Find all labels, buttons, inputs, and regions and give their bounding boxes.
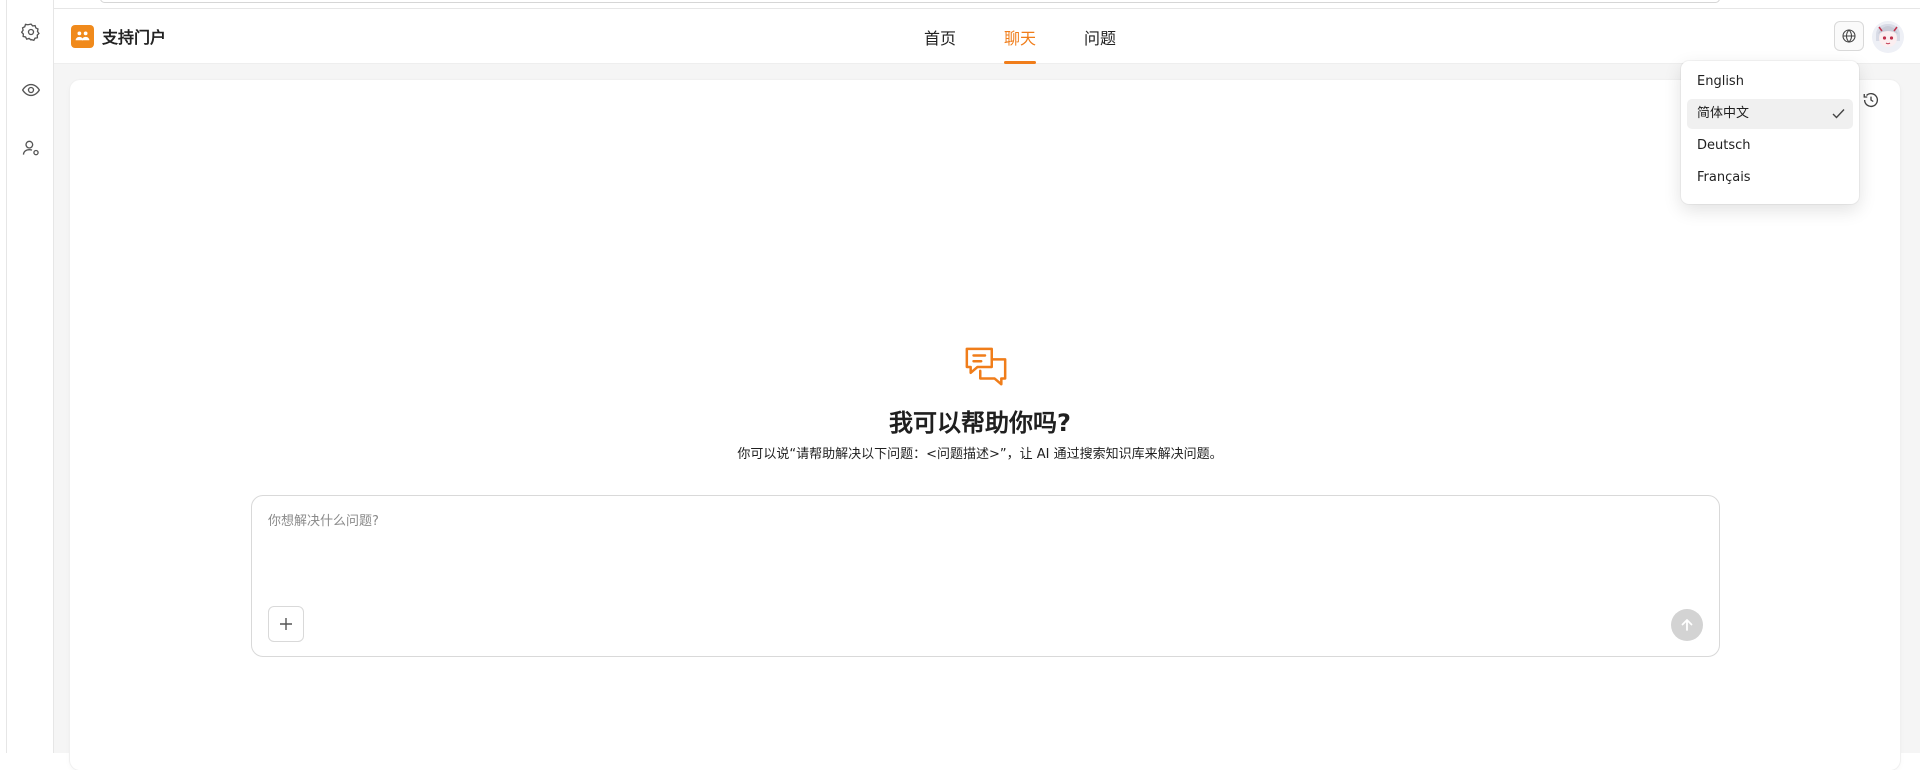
language-option-english[interactable]: English (1687, 67, 1853, 97)
chat-welcome-subtitle: 你可以说“请帮助解决以下问题：<问题描述>”，让 AI 通过搜索知识库来解决问题… (0, 443, 1920, 462)
user-settings-icon (21, 138, 41, 158)
plus-icon (279, 617, 293, 631)
brand[interactable]: 支持门户 (71, 24, 166, 48)
browser-frame-edge (100, 0, 1720, 3)
user-avatar[interactable] (1872, 21, 1904, 53)
eye-icon (21, 80, 41, 100)
brand-title: 支持门户 (102, 24, 166, 48)
language-option-label: Français (1697, 170, 1751, 185)
language-dropdown: English 简体中文 Deutsch Français (1681, 61, 1859, 204)
nav-item-issues[interactable]: 问题 (1084, 25, 1116, 49)
preview-button[interactable] (19, 78, 43, 102)
send-button[interactable] (1671, 609, 1703, 641)
nav-active-indicator (1004, 61, 1036, 64)
chat-bubbles-icon (963, 345, 1009, 391)
user-settings-button[interactable] (19, 136, 43, 160)
chat-input[interactable] (268, 510, 1668, 570)
globe-icon (1841, 28, 1857, 44)
arrow-up-icon (1680, 618, 1694, 632)
language-option-label: 简体中文 (1697, 106, 1749, 121)
top-header: 支持门户 首页 聊天 问题 (54, 8, 1920, 64)
language-option-simplified-chinese[interactable]: 简体中文 (1687, 99, 1853, 129)
chat-composer (251, 495, 1720, 657)
language-option-label: Deutsch (1697, 138, 1751, 153)
nav-item-home[interactable]: 首页 (924, 25, 956, 49)
language-button[interactable] (1834, 21, 1864, 51)
language-option-french[interactable]: Français (1687, 163, 1853, 193)
nav-item-chat[interactable]: 聊天 (1004, 25, 1036, 49)
left-rail (6, 0, 54, 753)
main-nav: 首页 聊天 问题 (54, 9, 1920, 65)
language-option-german[interactable]: Deutsch (1687, 131, 1853, 161)
settings-button[interactable] (19, 20, 43, 44)
language-option-label: English (1697, 74, 1744, 89)
attach-button[interactable] (268, 606, 304, 642)
checkmark-icon (1832, 108, 1845, 119)
gear-icon (21, 22, 41, 42)
history-icon[interactable] (1862, 91, 1880, 109)
brand-logo-icon (71, 25, 94, 48)
chat-welcome-title: 我可以帮助你吗? (0, 403, 1920, 438)
